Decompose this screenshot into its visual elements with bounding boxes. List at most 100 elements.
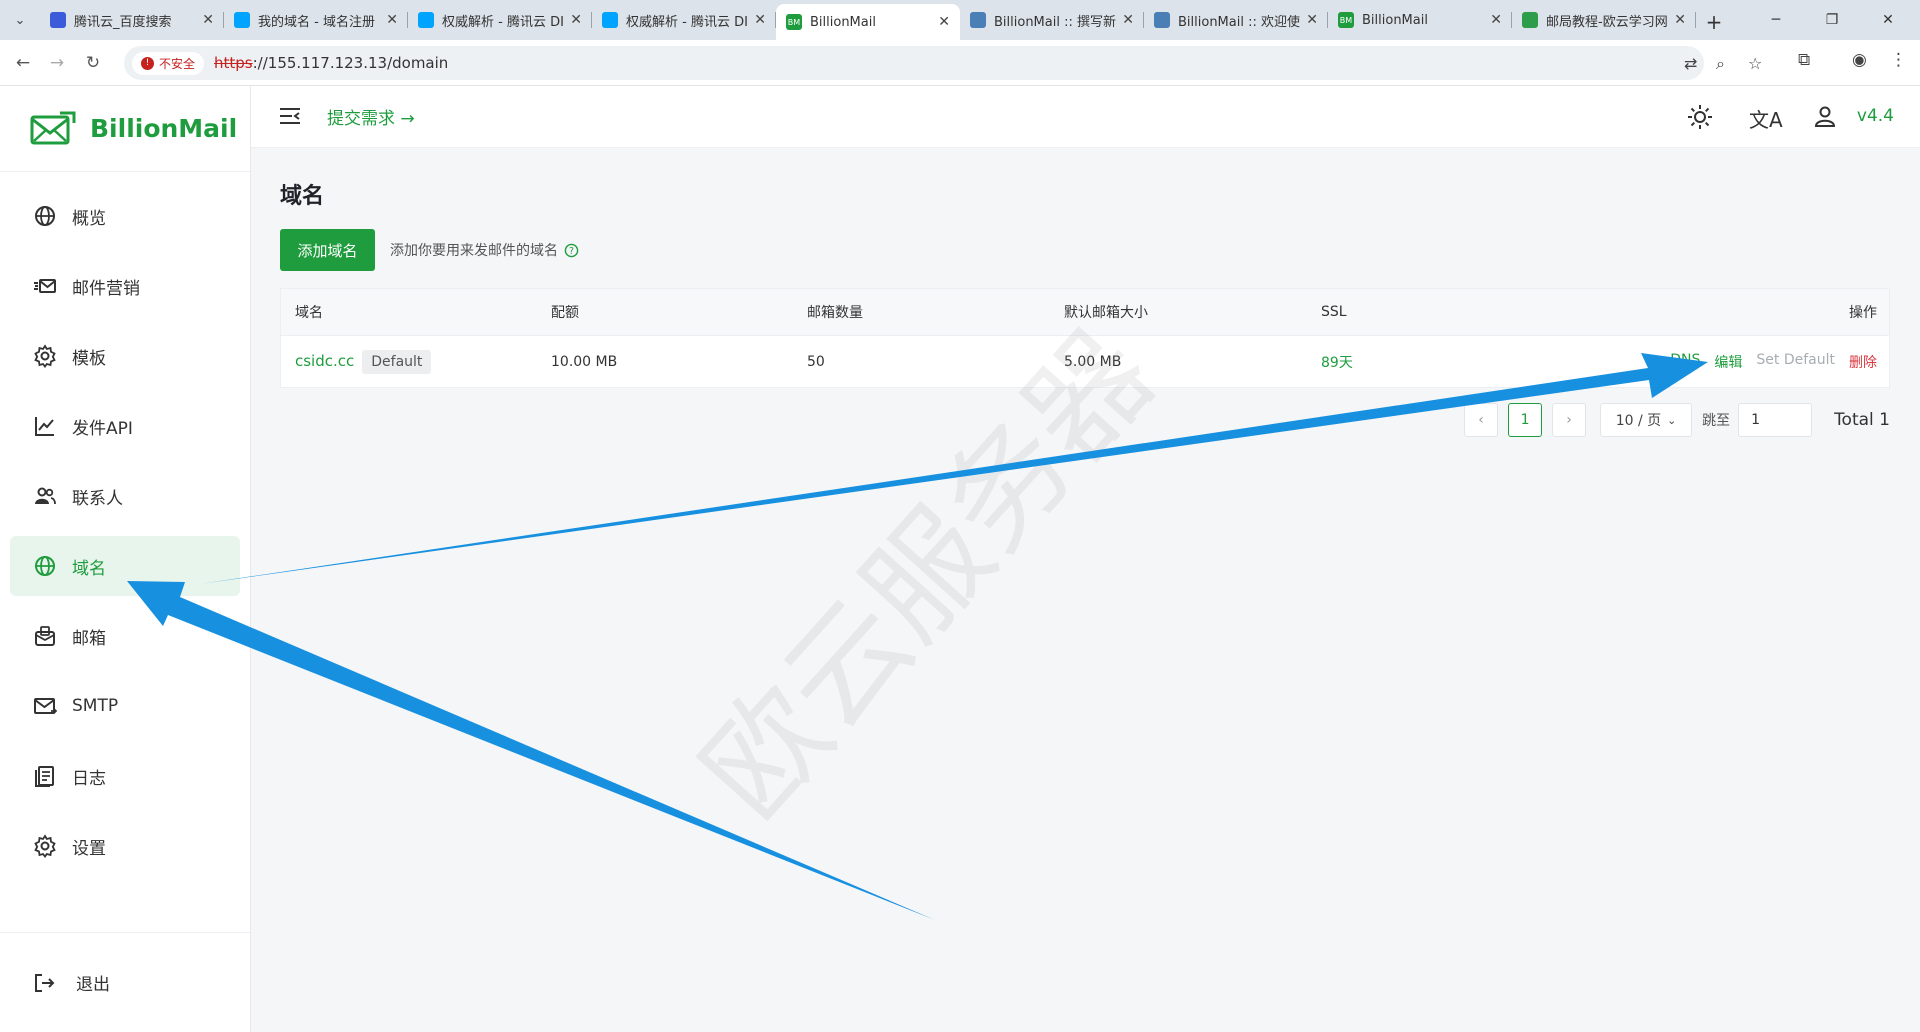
close-tab-icon[interactable]: ✕ bbox=[1490, 12, 1502, 28]
close-tab-icon[interactable]: ✕ bbox=[1674, 12, 1686, 28]
default-badge: Default bbox=[362, 350, 432, 374]
close-window-button[interactable]: ✕ bbox=[1860, 0, 1916, 40]
collapse-menu-icon[interactable] bbox=[279, 106, 301, 126]
header-ssl: SSL bbox=[1321, 304, 1347, 320]
favicon-icon: BM bbox=[786, 14, 802, 30]
logout-button[interactable]: 退出 bbox=[0, 932, 250, 1032]
tab-title: BillionMail :: 欢迎使 bbox=[1178, 14, 1300, 30]
prev-page-chevron-icon[interactable]: ‹ bbox=[1464, 403, 1499, 437]
close-tab-icon[interactable]: ✕ bbox=[754, 12, 766, 28]
page-button[interactable]: 1 bbox=[1508, 403, 1543, 437]
jump-page-input[interactable] bbox=[1738, 403, 1813, 437]
sidebar-item-2[interactable]: 模板 bbox=[10, 326, 240, 386]
log-icon bbox=[32, 763, 58, 789]
tab-title: 腾讯云_百度搜索 bbox=[74, 14, 172, 30]
forward-arrow-icon[interactable]: → bbox=[42, 48, 72, 78]
set-default-action[interactable]: Set Default bbox=[1756, 352, 1835, 372]
sidebar-item-0[interactable]: 概览 bbox=[10, 186, 240, 246]
mail-send-icon bbox=[32, 273, 58, 299]
arrow-right-icon: → bbox=[395, 109, 415, 129]
header-actions: 操作 bbox=[1849, 305, 1877, 321]
zoom-icon[interactable]: ⌕ bbox=[1716, 54, 1725, 74]
sidebar-item-9[interactable]: 设置 bbox=[10, 816, 240, 876]
reload-icon[interactable]: ↻ bbox=[78, 48, 108, 78]
tab-title: BillionMail :: 撰写新 bbox=[994, 14, 1116, 30]
header-domain: 域名 bbox=[295, 305, 323, 321]
mailbox-icon bbox=[32, 623, 58, 649]
delete-action[interactable]: 删除 bbox=[1849, 352, 1877, 372]
sidebar-item-label: 概览 bbox=[72, 208, 106, 229]
sidebar: BillionMail 概览邮件营销模板发件API 联系人域名邮箱 SMTP 日志设置… bbox=[0, 86, 251, 1032]
browser-tab[interactable]: 权威解析 - 腾讯云 DI ✕ bbox=[408, 4, 592, 36]
sidebar-item-label: 域名 bbox=[72, 558, 106, 579]
tab-search-chevron-icon[interactable]: ⌄ bbox=[0, 0, 40, 40]
browser-tab[interactable]: BM BillionMail ✕ bbox=[776, 4, 960, 40]
header-default-size: 默认邮箱大小 bbox=[1064, 305, 1148, 321]
sidebar-item-3[interactable]: 发件API bbox=[10, 396, 240, 456]
smtp-icon bbox=[32, 693, 58, 719]
theme-sun-icon[interactable] bbox=[1687, 104, 1713, 130]
page-size-select[interactable]: 10 / 页 ⌄ bbox=[1600, 403, 1693, 437]
browser-tab[interactable]: BM BillionMail ✕ bbox=[1328, 4, 1512, 36]
security-indicator[interactable]: ! 不安全 bbox=[132, 51, 205, 75]
total-count: Total 1 bbox=[1834, 410, 1890, 430]
edit-action[interactable]: 编辑 bbox=[1714, 352, 1742, 372]
annotation-arrows bbox=[127, 353, 1708, 920]
sidebar-item-7[interactable]: SMTP bbox=[10, 676, 240, 736]
user-icon[interactable] bbox=[1813, 104, 1837, 128]
sidebar-item-label: 联系人 bbox=[72, 488, 123, 509]
sidebar-item-label: 设置 bbox=[72, 838, 106, 859]
browser-tab[interactable]: 邮局教程-欧云学习网 ✕ bbox=[1512, 4, 1696, 36]
new-tab-button[interactable]: + bbox=[1696, 4, 1732, 40]
close-tab-icon[interactable]: ✕ bbox=[570, 12, 582, 28]
favicon-icon bbox=[50, 12, 66, 28]
close-tab-icon[interactable]: ✕ bbox=[1122, 12, 1134, 28]
back-arrow-icon[interactable]: ← bbox=[8, 48, 38, 78]
domain-link[interactable]: csidc.cc bbox=[295, 352, 354, 370]
sidebar-item-8[interactable]: 日志 bbox=[10, 746, 240, 806]
browser-tab-strip: ⌄ 腾讯云_百度搜索 ✕ 我的域名 - 域名注册 ✕ 权威解析 - 腾讯云 DI ✕ 权威解… bbox=[0, 0, 1920, 40]
sidebar-item-1[interactable]: 邮件营销 bbox=[10, 256, 240, 316]
favicon-icon: BM bbox=[1338, 12, 1354, 28]
dns-action[interactable]: DNS bbox=[1670, 352, 1700, 372]
browser-tab[interactable]: 权威解析 - 腾讯云 DI ✕ bbox=[592, 4, 776, 36]
profile-icon[interactable]: ◉ bbox=[1852, 50, 1867, 70]
submit-request-link[interactable]: 提交需求 → bbox=[327, 104, 415, 129]
browser-tab[interactable]: 腾讯云_百度搜索 ✕ bbox=[40, 4, 224, 36]
default-size-cell: 5.00 MB bbox=[1064, 354, 1122, 370]
next-page-chevron-icon[interactable]: › bbox=[1552, 403, 1587, 437]
url-text: https://155.117.123.13/domain bbox=[214, 54, 449, 72]
address-bar[interactable]: ! 不安全 https://155.117.123.13/domain ⇄ ⌕ ☆ bbox=[124, 46, 1762, 80]
sidebar-item-4[interactable]: 联系人 bbox=[10, 466, 240, 526]
close-tab-icon[interactable]: ✕ bbox=[1306, 12, 1318, 28]
extensions-icon[interactable]: ⧉ bbox=[1798, 50, 1810, 70]
sidebar-item-6[interactable]: 邮箱 bbox=[10, 606, 240, 666]
svg-text:?: ? bbox=[569, 245, 574, 256]
sidebar-item-5[interactable]: 域名 bbox=[10, 536, 240, 596]
sidebar-menu: 概览邮件营销模板发件API 联系人域名邮箱 SMTP 日志设置 bbox=[0, 172, 250, 876]
browser-tab[interactable]: 我的域名 - 域名注册 ✕ bbox=[224, 4, 408, 36]
browser-menu-icon[interactable]: ⋮ bbox=[1890, 50, 1907, 70]
restore-button[interactable]: ❐ bbox=[1804, 0, 1860, 40]
warning-icon: ! bbox=[141, 56, 154, 70]
help-question-icon[interactable]: ? bbox=[564, 243, 579, 258]
close-tab-icon[interactable]: ✕ bbox=[938, 14, 950, 30]
browser-tab[interactable]: BillionMail :: 欢迎使 ✕ bbox=[1144, 4, 1328, 36]
close-tab-icon[interactable]: ✕ bbox=[202, 12, 214, 28]
logout-label: 退出 bbox=[76, 975, 110, 995]
header-mailbox-count: 邮箱数量 bbox=[807, 305, 863, 321]
table-row: csidc.cc Default 10.00 MB 50 5.00 MB 89天 … bbox=[281, 336, 1889, 388]
pagination: ‹ 1 › 10 / 页⌄ 跳至 Total 1 bbox=[1454, 403, 1890, 437]
brand[interactable]: BillionMail bbox=[0, 86, 250, 172]
tab-list: 腾讯云_百度搜索 ✕ 我的域名 - 域名注册 ✕ 权威解析 - 腾讯云 DI ✕ 权威解析 … bbox=[40, 0, 1696, 40]
minimize-button[interactable]: ─ bbox=[1748, 0, 1804, 40]
globe-icon bbox=[32, 203, 58, 229]
close-tab-icon[interactable]: ✕ bbox=[386, 12, 398, 28]
language-translate-icon[interactable]: 文A bbox=[1749, 104, 1783, 133]
tab-title: 我的域名 - 域名注册 bbox=[258, 14, 375, 30]
bookmark-star-icon[interactable]: ☆ bbox=[1748, 54, 1762, 73]
add-domain-button[interactable]: 添加域名 bbox=[280, 229, 375, 271]
browser-tab[interactable]: BillionMail :: 撰写新 ✕ bbox=[960, 4, 1144, 36]
app-header: 提交需求 → 文A v4.4 bbox=[251, 86, 1920, 148]
translate-page-icon[interactable]: ⇄ bbox=[1684, 54, 1697, 73]
